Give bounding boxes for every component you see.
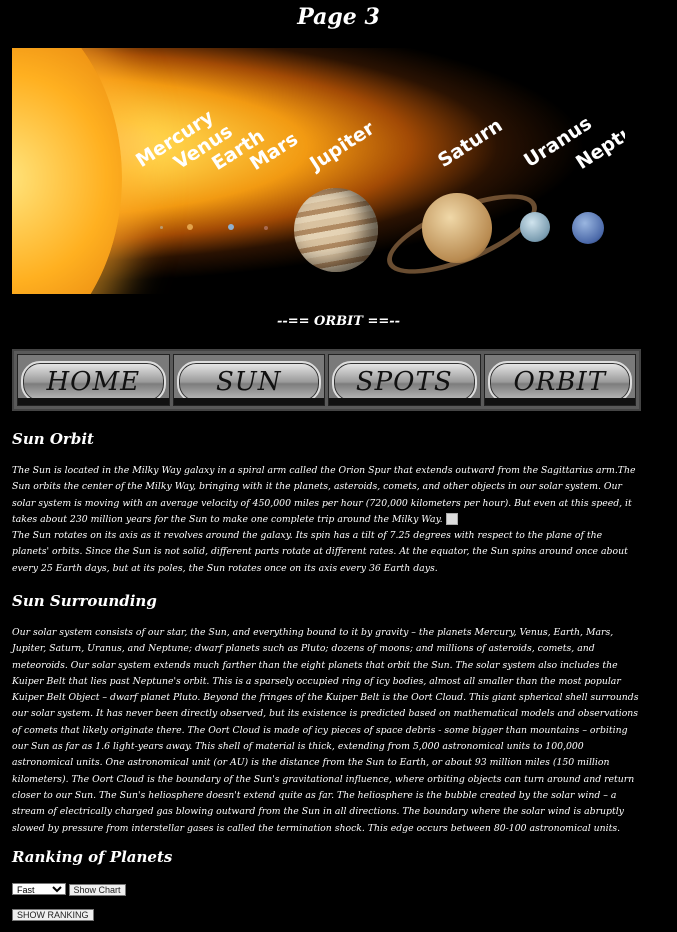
label-saturn: Saturn — [434, 114, 507, 172]
sun-image — [12, 48, 122, 294]
nav-home-button[interactable]: HOME — [21, 361, 166, 403]
sun-surrounding-heading: Sun Surrounding — [12, 592, 157, 610]
sun-orbit-text: The Sun is located in the Milky Way gala… — [12, 463, 642, 577]
show-chart-button[interactable]: Show Chart — [68, 884, 126, 896]
mars-planet — [264, 226, 268, 230]
solar-system-image: Mercury Venus Earth Mars Jupiter Saturn … — [12, 48, 625, 294]
mercury-planet — [160, 226, 163, 229]
speed-select[interactable]: Fast — [12, 883, 66, 895]
venus-planet — [187, 224, 193, 230]
nav-spots-button[interactable]: SPOTS — [332, 361, 477, 403]
nav-sun-button[interactable]: SUN — [176, 361, 321, 403]
nav-orbit-button[interactable]: ORBIT — [487, 361, 632, 403]
orbit-paragraph-1: The Sun is located in the Milky Way gala… — [12, 465, 636, 525]
jupiter-planet — [294, 188, 378, 272]
section-subtitle: --== ORBIT ==-- — [276, 314, 401, 329]
nav-bar: HOME SUN SPOTS ORBIT — [12, 349, 641, 411]
broken-image-icon — [445, 513, 458, 526]
uranus-planet — [520, 212, 550, 242]
saturn-planet — [422, 193, 492, 263]
show-ranking-button[interactable]: SHOW RANKING — [12, 909, 94, 921]
sun-surrounding-text: Our solar system consists of our star, t… — [12, 627, 639, 834]
page-title: Page 3 — [297, 4, 380, 30]
ranking-heading: Ranking of Planets — [12, 848, 173, 866]
sun-orbit-heading: Sun Orbit — [12, 430, 94, 448]
earth-planet — [228, 224, 234, 230]
neptune-planet — [572, 212, 604, 244]
label-jupiter: Jupiter — [306, 117, 379, 175]
orbit-paragraph-2: The Sun rotates on its axis as it revolv… — [12, 530, 628, 574]
